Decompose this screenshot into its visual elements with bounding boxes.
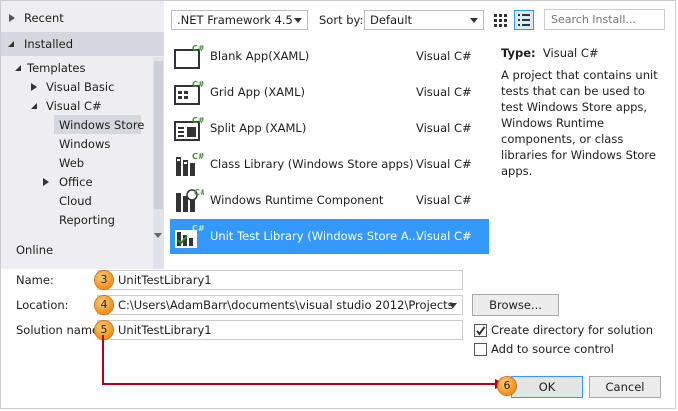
template-description: A project that contains unit tests that … (501, 68, 658, 178)
chevron-down-icon (470, 18, 478, 23)
location-label: Location: (16, 298, 69, 312)
svg-text:C#: C# (192, 44, 204, 53)
template-list: C# Blank App(XAML) Visual C# C# Grid App… (170, 39, 489, 255)
template-tree: Recent Installed Templates Visual Basic … (1, 1, 164, 269)
cancel-button[interactable]: Cancel (589, 376, 661, 398)
template-item-runtime-component[interactable]: C# Windows Runtime Component Visual C# (170, 183, 489, 218)
tree-item-installed[interactable]: Installed (1, 33, 153, 55)
callout-badge-3: 3 (95, 271, 113, 289)
tree-item-online[interactable]: Online (1, 239, 153, 261)
template-item-class-library[interactable]: C# Class Library (Windows Store apps) Vi… (170, 147, 489, 182)
chevron-down-icon (294, 18, 302, 23)
search-installed-input[interactable] (544, 9, 665, 30)
tree-item-recent[interactable]: Recent (1, 7, 153, 29)
runtime-component-icon: C# (176, 188, 204, 212)
expand-icon[interactable] (43, 178, 49, 186)
svg-text:C#: C# (192, 116, 204, 125)
svg-text:C#: C# (192, 224, 204, 233)
svg-text:C#: C# (194, 188, 204, 197)
annotation-arrow (102, 335, 505, 389)
blank-app-icon: C# (174, 44, 204, 69)
list-view-button[interactable] (514, 10, 534, 30)
svg-text:C#: C# (192, 80, 204, 89)
template-item-unit-test-library[interactable]: C# Unit Test Library (Windows Store A...… (170, 219, 489, 254)
tree-item-reporting[interactable]: Reporting (1, 209, 153, 231)
svg-text:C#: C# (192, 152, 204, 161)
sort-label: Sort by: (319, 13, 364, 27)
scroll-down-icon[interactable] (154, 233, 162, 238)
collapse-icon[interactable] (31, 103, 37, 109)
template-item-split-app[interactable]: C# Split App (XAML) Visual C# (170, 111, 489, 146)
sort-select[interactable]: Default (364, 10, 484, 30)
small-icons-view-button[interactable] (490, 10, 510, 30)
split-app-icon: C# (174, 116, 204, 141)
name-label: Name: (16, 273, 54, 287)
collapse-icon[interactable] (15, 65, 21, 71)
template-item-blank-app[interactable]: C# Blank App(XAML) Visual C# (170, 39, 489, 74)
unit-test-icon: C# (174, 223, 204, 250)
list-view-icon (518, 14, 530, 26)
ok-button[interactable]: OK (511, 376, 583, 398)
solution-name-label: Solution name: (16, 323, 103, 337)
chevron-down-icon[interactable] (449, 303, 457, 308)
tree-scroll-thumb[interactable] (154, 61, 163, 209)
grid-view-icon (494, 14, 507, 27)
class-library-icon: C# (176, 152, 204, 176)
grid-app-icon: C# (174, 80, 204, 105)
callout-badge-4: 4 (95, 296, 113, 314)
template-info-panel: Type: Visual C# A project that contains … (501, 45, 665, 179)
browse-button[interactable]: Browse... (472, 294, 559, 316)
template-type: Type: Visual C# (501, 46, 599, 60)
expand-icon[interactable] (31, 83, 37, 91)
callout-badge-6: 6 (498, 377, 516, 395)
new-project-dialog: Recent Installed Templates Visual Basic … (0, 0, 676, 409)
template-item-grid-app[interactable]: C# Grid App (XAML) Visual C# (170, 75, 489, 110)
collapse-icon[interactable] (8, 41, 14, 47)
location-field[interactable]: C:\Users\AdamBarr\documents\visual studi… (97, 295, 463, 315)
expand-icon[interactable] (9, 14, 15, 22)
name-field[interactable]: UnitTestLibrary1 (97, 270, 463, 290)
framework-select[interactable]: .NET Framework 4.5 (171, 10, 308, 30)
